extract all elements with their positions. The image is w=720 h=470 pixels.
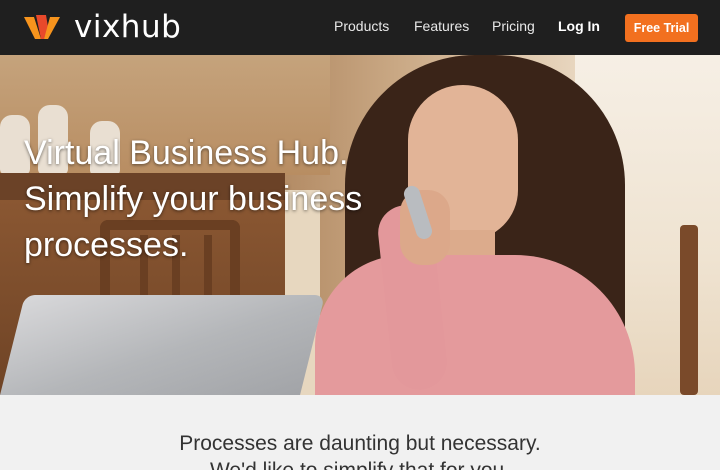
- laptop: [0, 295, 325, 395]
- intro-tagline: We'd like to simplify that for you.: [0, 459, 720, 470]
- nav-link-pricing[interactable]: Pricing: [492, 18, 535, 34]
- chair-right: [680, 225, 698, 395]
- vixhub-logo-icon: [24, 15, 60, 39]
- logo[interactable]: vixhub: [24, 9, 182, 45]
- hero-headline-line: Virtual Business Hub.: [24, 134, 349, 172]
- free-trial-button[interactable]: Free Trial: [625, 14, 698, 42]
- hero-headline: Virtual Business Hub. Simplify your busi…: [24, 130, 384, 268]
- nav-link-products[interactable]: Products: [334, 18, 389, 34]
- intro-tagline: Processes are daunting but necessary.: [179, 432, 541, 455]
- brand-name: vixhub: [74, 9, 182, 45]
- login-link[interactable]: Log In: [558, 18, 600, 34]
- intro-section: Processes are daunting but necessary. We…: [0, 395, 720, 470]
- hero-headline-line: processes.: [24, 226, 189, 264]
- top-navbar: vixhub Products Features Pricing Log In …: [0, 0, 720, 55]
- hero-headline-line: Simplify your business: [24, 180, 363, 218]
- hero-banner: Virtual Business Hub. Simplify your busi…: [0, 55, 720, 395]
- nav-link-features[interactable]: Features: [414, 18, 469, 34]
